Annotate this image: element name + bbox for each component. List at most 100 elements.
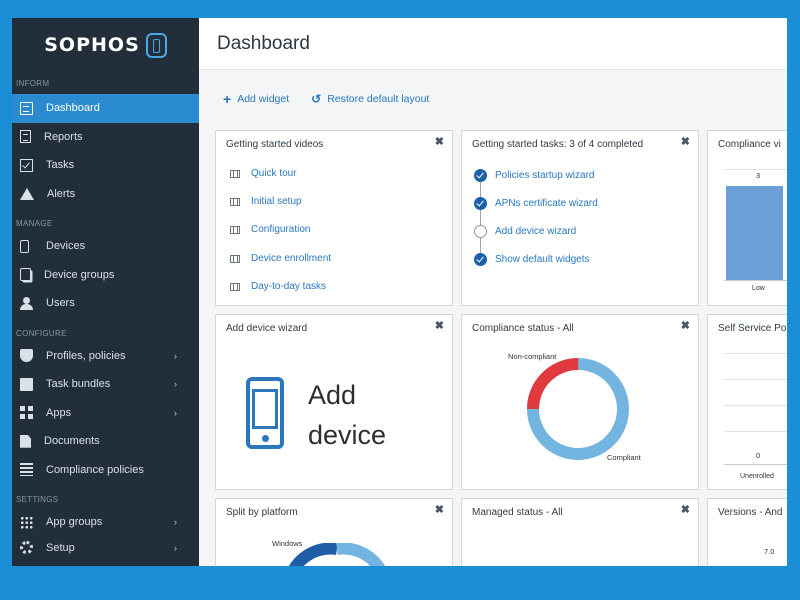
bar-value-label: 3 bbox=[756, 171, 761, 180]
task-show-default-widgets[interactable]: Show default widgets bbox=[474, 253, 590, 266]
widget-title: Split by platform bbox=[226, 507, 298, 518]
film-icon bbox=[230, 254, 240, 263]
document-icon bbox=[20, 434, 31, 448]
compliance-bar bbox=[726, 186, 783, 280]
sidebar-item-task-bundles[interactable]: Task bundles › bbox=[12, 370, 199, 399]
gridline bbox=[724, 431, 787, 432]
task-label: Add device wizard bbox=[495, 226, 577, 237]
task-add-device-wizard[interactable]: Add device wizard bbox=[474, 225, 576, 238]
x-axis bbox=[724, 464, 787, 465]
section-label-settings: SETTINGS bbox=[16, 495, 59, 504]
widget-getting-started-videos: Getting started videos ✖ Quick tour Init… bbox=[215, 130, 453, 306]
video-link-device-enrollment[interactable]: Device enrollment bbox=[230, 253, 331, 264]
video-link-quick-tour[interactable]: Quick tour bbox=[230, 168, 297, 179]
widget-title: Getting started tasks: 3 of 4 completed bbox=[472, 139, 644, 150]
chevron-right-icon: › bbox=[174, 517, 177, 528]
mobile-device-icon bbox=[246, 377, 284, 449]
bundle-icon bbox=[20, 377, 33, 391]
sidebar-item-apps[interactable]: Apps › bbox=[12, 399, 199, 428]
close-icon[interactable]: ✖ bbox=[681, 319, 690, 332]
sidebar-item-alerts[interactable]: Alerts bbox=[12, 180, 199, 209]
sidebar-item-label: Tasks bbox=[46, 159, 75, 172]
close-icon[interactable]: ✖ bbox=[681, 503, 690, 516]
widget-add-device-wizard[interactable]: Add device wizard ✖ Add device bbox=[215, 314, 453, 490]
sidebar-item-label: Devices bbox=[46, 240, 86, 253]
sidebar-item-dashboard[interactable]: Dashboard bbox=[12, 94, 199, 123]
widget-compliance-status: Compliance status - All ✖ Non-compliant … bbox=[461, 314, 699, 490]
task-label: Show default widgets bbox=[495, 254, 590, 265]
grid-icon bbox=[20, 515, 33, 529]
widget-title: Add device wizard bbox=[226, 323, 308, 334]
user-icon bbox=[20, 296, 33, 310]
film-icon bbox=[230, 282, 240, 291]
gridline bbox=[724, 353, 787, 354]
widget-managed-status: Managed status - All ✖ bbox=[461, 498, 699, 566]
sidebar-item-compliance-policies[interactable]: Compliance policies bbox=[12, 456, 199, 485]
chevron-right-icon: › bbox=[174, 379, 177, 390]
sidebar-item-reports[interactable]: Reports bbox=[12, 123, 199, 152]
restore-icon: ↺ bbox=[311, 92, 322, 106]
close-icon[interactable]: ✖ bbox=[681, 135, 690, 148]
sidebar-item-label: Documents bbox=[44, 435, 100, 448]
task-policies-startup-wizard[interactable]: Policies startup wizard bbox=[474, 169, 594, 182]
sidebar-item-users[interactable]: Users bbox=[12, 289, 199, 318]
task-apns-certificate-wizard[interactable]: APNs certificate wizard bbox=[474, 197, 598, 210]
device-groups-icon bbox=[20, 268, 31, 282]
sidebar-item-label: App groups bbox=[46, 516, 103, 529]
widget-title: Versions - And bbox=[718, 507, 783, 518]
restore-layout-button[interactable]: ↺ Restore default layout bbox=[311, 92, 429, 106]
gridline bbox=[724, 405, 787, 406]
sidebar-item-documents[interactable]: Documents bbox=[12, 427, 199, 456]
list-icon bbox=[20, 463, 33, 477]
video-link-initial-setup[interactable]: Initial setup bbox=[230, 196, 302, 207]
bar-category-label: Unenrolled bbox=[740, 473, 774, 480]
bar-value-label: 0 bbox=[756, 451, 761, 460]
video-link-label: Configuration bbox=[251, 224, 311, 235]
sidebar-item-tasks[interactable]: Tasks bbox=[12, 151, 199, 180]
sidebar-item-profiles-policies[interactable]: Profiles, policies › bbox=[12, 342, 199, 371]
reports-icon bbox=[20, 130, 31, 144]
check-circle-icon bbox=[474, 253, 487, 266]
sidebar-item-label: Reports bbox=[44, 130, 83, 143]
sophos-logo[interactable]: SOPHOS bbox=[12, 18, 199, 72]
add-device-text-line1: Add bbox=[308, 380, 357, 410]
video-link-label: Device enrollment bbox=[251, 253, 332, 264]
compliance-donut-chart bbox=[527, 358, 629, 460]
compliant-label: Compliant bbox=[607, 453, 641, 462]
sidebar-item-device-groups[interactable]: Device groups bbox=[12, 261, 199, 290]
task-label: APNs certificate wizard bbox=[495, 198, 598, 209]
version-value-label: 7.0 bbox=[764, 547, 775, 556]
donut-segment-primary bbox=[288, 543, 338, 566]
sidebar-item-label: Apps bbox=[46, 406, 72, 419]
video-link-label: Quick tour bbox=[251, 168, 297, 179]
page-header: Dashboard bbox=[199, 18, 787, 70]
add-device-text-line2: device bbox=[308, 420, 387, 450]
close-icon[interactable]: ✖ bbox=[435, 503, 444, 516]
video-link-day-to-day-tasks[interactable]: Day-to-day tasks bbox=[230, 281, 326, 292]
donut-segment-secondary bbox=[336, 543, 386, 566]
phone-logo-icon bbox=[145, 32, 167, 58]
widget-title: Self Service Po bbox=[718, 323, 787, 334]
apps-icon bbox=[20, 406, 33, 420]
sidebar-item-devices[interactable]: Devices bbox=[12, 232, 199, 261]
sidebar-item-setup[interactable]: Setup › bbox=[12, 537, 199, 559]
phone-icon bbox=[20, 239, 29, 253]
close-icon[interactable]: ✖ bbox=[435, 319, 444, 332]
restore-layout-label: Restore default layout bbox=[327, 93, 430, 105]
sidebar: SOPHOS INFORM Dashboard Reports Tasks Al… bbox=[12, 18, 199, 566]
section-label-manage: MANAGE bbox=[16, 219, 53, 228]
check-circle-icon bbox=[474, 197, 487, 210]
close-icon[interactable]: ✖ bbox=[435, 135, 444, 148]
noncompliant-label: Non-compliant bbox=[508, 352, 557, 361]
sidebar-item-label: Task bundles bbox=[46, 378, 111, 391]
sidebar-item-label: Setup bbox=[46, 541, 75, 554]
sidebar-item-label: Profiles, policies bbox=[46, 349, 126, 362]
widget-title: Managed status - All bbox=[472, 507, 563, 518]
add-device-text: Add device bbox=[308, 375, 386, 455]
video-link-configuration[interactable]: Configuration bbox=[230, 224, 310, 235]
task-label: Policies startup wizard bbox=[495, 170, 595, 181]
sidebar-item-app-groups[interactable]: App groups › bbox=[12, 508, 199, 537]
add-widget-button[interactable]: + Add widget bbox=[223, 91, 289, 107]
dashboard-toolbar: + Add widget ↺ Restore default layout bbox=[199, 70, 787, 128]
widget-self-service-portal: Self Service Po 0 Unenrolled bbox=[707, 314, 787, 490]
